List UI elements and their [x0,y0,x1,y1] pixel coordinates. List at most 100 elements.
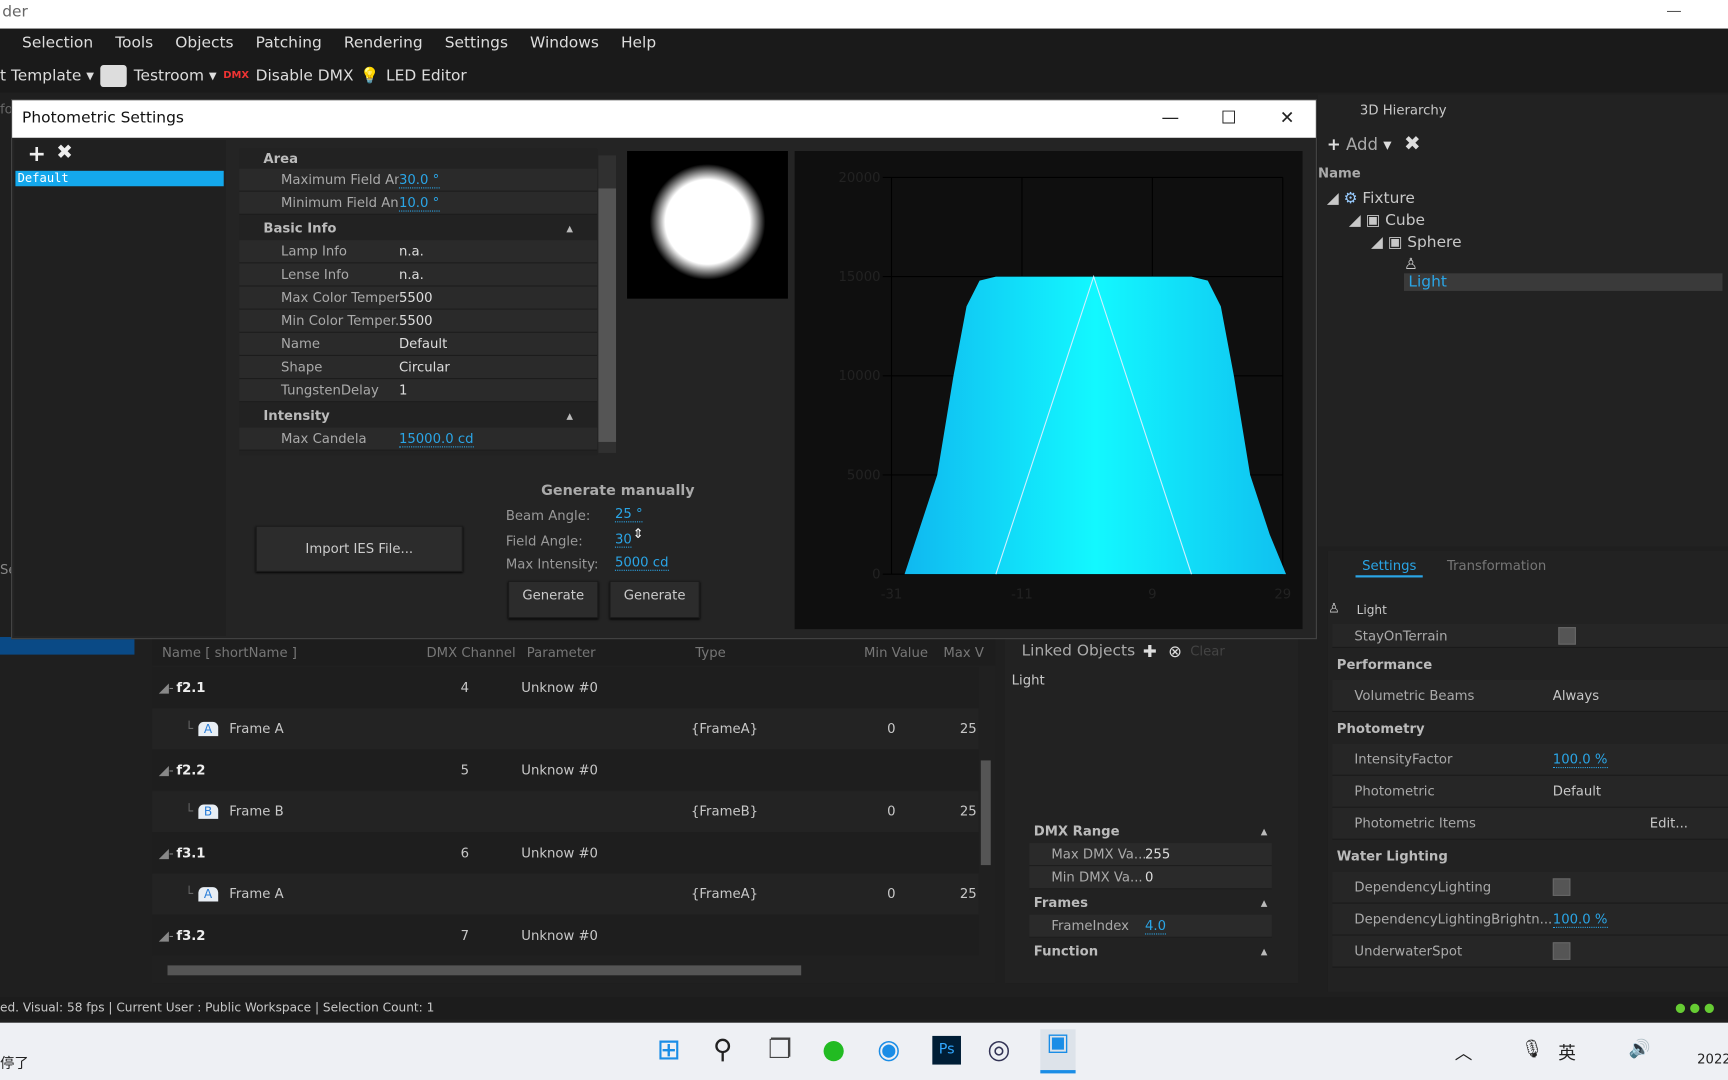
section-basic-info[interactable]: Basic Info ▴ [239,214,598,241]
edge-icon[interactable]: ◉ [877,1034,900,1065]
delete-icon[interactable]: ✖ [1404,132,1421,155]
expand-icon[interactable]: ◢- [159,927,174,942]
add-link-button[interactable]: ✚ [1143,641,1157,661]
expand-icon[interactable]: ◢- [159,679,174,694]
testroom-dropdown[interactable]: Testroom ▾ [134,67,217,85]
menu-selection[interactable]: Selection [0,29,104,60]
section-water-lighting[interactable]: Water Lighting [1332,840,1728,872]
dependency-lighting-checkbox[interactable] [1552,878,1571,896]
expand-icon[interactable]: ◢- [159,762,174,777]
remove-link-button[interactable]: ⊗ [1168,641,1182,661]
column-header-parameter[interactable]: Parameter [527,645,596,660]
field-angle-input[interactable]: 30 [614,531,632,548]
generate-button-2[interactable]: Generate [609,580,700,619]
maximize-button[interactable]: ☐ [1212,107,1245,131]
table-row[interactable]: ◢- f2.2 5 Unknow #0 [152,749,979,791]
wechat-icon[interactable]: ● [822,1034,845,1065]
task-view-icon[interactable]: ❐ [768,1034,792,1065]
column-header-type[interactable]: Type [695,645,725,660]
menu-rendering[interactable]: Rendering [333,29,434,60]
microphone-icon[interactable]: 🎙 [1521,1038,1543,1059]
menu-settings[interactable]: Settings [434,29,519,60]
prop-value[interactable]: n.a. [399,244,424,259]
delete-icon[interactable]: ✖ [56,141,73,164]
vertical-scrollbar[interactable] [980,760,991,866]
linked-object-item[interactable]: Light [1012,672,1045,687]
add-button[interactable]: + Add ▾ [1327,134,1392,154]
table-row[interactable]: ◢- f2.1 4 Unknow #0 [152,666,979,708]
volumetric-beams-select[interactable]: Always [1553,688,1599,703]
tab-settings[interactable]: Settings [1355,558,1423,578]
generate-button[interactable]: Generate [508,580,599,619]
table-row[interactable]: └ A Frame A {FrameA} 0 25 [152,708,979,749]
menu-patching[interactable]: Patching [245,29,333,60]
max-intensity-input[interactable]: 5000 cd [614,554,669,571]
column-header-min-value[interactable]: Min Value [864,645,928,660]
list-item-default[interactable]: Default [15,170,224,187]
column-header-max-value[interactable]: Max V [943,645,984,660]
intensity-factor-input[interactable]: 100.0 % [1552,751,1608,768]
tab-transformation[interactable]: Transformation [1447,558,1546,573]
max-field-angle-input[interactable]: 30.0 ° [398,171,440,188]
table-row[interactable]: └ A Frame A {FrameA} 0 25 [152,873,979,915]
close-button[interactable]: ✕ [1271,107,1304,131]
edit-photometric-items-button[interactable]: Edit... [1650,816,1688,831]
tree-item-light[interactable]: ♙ Light [1327,256,1728,291]
left-panel-selection[interactable] [0,636,135,655]
prop-value[interactable]: 5500 [399,290,433,305]
disable-dmx-button[interactable]: Disable DMX [256,67,354,85]
max-candela-input[interactable]: 15000.0 cd [398,430,474,447]
section-dmx-range[interactable]: DMX Range ▴ [1029,817,1272,844]
expand-icon[interactable]: ◢- [159,845,174,860]
column-header-name[interactable]: Name [ shortName ] [162,645,297,660]
tray-chevron-icon[interactable]: ︿ [1455,1038,1473,1064]
start-icon[interactable]: ⊞ [657,1034,681,1067]
clear-input[interactable]: Clear [1190,644,1225,659]
clock[interactable]: 2022 [1697,1051,1728,1066]
section-performance[interactable]: Performance [1332,648,1728,680]
tree-item-sphere[interactable]: ◢ ▣ Sphere [1327,234,1728,256]
minimize-app-button[interactable]: — [1666,2,1681,20]
app-taskbar-icon[interactable]: ▣ [1040,1029,1076,1074]
underwater-spot-checkbox[interactable] [1552,942,1571,960]
menu-objects[interactable]: Objects [164,29,244,60]
cinema4d-icon[interactable]: ◎ [987,1034,1010,1065]
frame-index-input[interactable]: 4.0 [1145,917,1167,934]
prop-value[interactable]: Default [399,336,447,351]
table-row[interactable]: └ B Frame B {FrameB} 0 25 [152,790,979,832]
table-row[interactable]: ◢- f3.2 7 Unknow #0 [152,914,979,956]
photoshop-icon[interactable]: Ps [932,1035,961,1065]
min-dmx-value[interactable]: 0 [1145,870,1153,885]
min-field-angle-input[interactable]: 10.0 ° [398,195,440,212]
search-icon[interactable]: ⚲ [713,1034,732,1065]
volume-icon[interactable]: 🔊 [1629,1038,1651,1059]
prop-value[interactable]: 5500 [399,313,433,328]
table-row[interactable]: ◢- f3.1 6 Unknow #0 [152,832,979,873]
beam-angle-input[interactable]: 25 ° [614,506,643,523]
prop-value[interactable]: n.a. [399,267,424,282]
section-intensity[interactable]: Intensity ▴ [239,402,598,428]
horizontal-scrollbar[interactable] [167,965,802,976]
dependency-brightness-input[interactable]: 100.0 % [1552,911,1608,928]
tree-item-cube[interactable]: ◢ ▣ Cube [1327,212,1728,234]
column-header-dmx-channel[interactable]: DMX Channel [426,645,515,660]
prop-value[interactable]: Circular [399,359,450,374]
prop-value[interactable]: 1 [399,382,407,397]
led-editor-button[interactable]: LED Editor [386,67,467,85]
add-icon[interactable]: + [28,140,46,166]
menu-windows[interactable]: Windows [519,29,610,60]
tree-item-fixture[interactable]: ◢ ⚙ Fixture [1327,190,1728,212]
photometric-select[interactable]: Default [1553,784,1601,799]
section-function[interactable]: Function ▴ [1029,937,1272,964]
section-frames[interactable]: Frames ▴ [1029,889,1272,915]
menu-tools[interactable]: Tools [104,29,164,60]
section-area[interactable]: Area [239,148,598,169]
import-ies-button[interactable]: Import IES File... [255,525,463,572]
ime-indicator[interactable]: 英 [1558,1038,1576,1064]
menu-help[interactable]: Help [610,29,667,60]
stay-on-terrain-checkbox[interactable] [1558,626,1576,645]
max-dmx-value[interactable]: 255 [1145,846,1170,861]
minimize-button[interactable]: — [1154,107,1187,131]
section-photometry[interactable]: Photometry [1332,712,1728,744]
template-dropdown[interactable]: t Template ▾ [0,67,94,85]
